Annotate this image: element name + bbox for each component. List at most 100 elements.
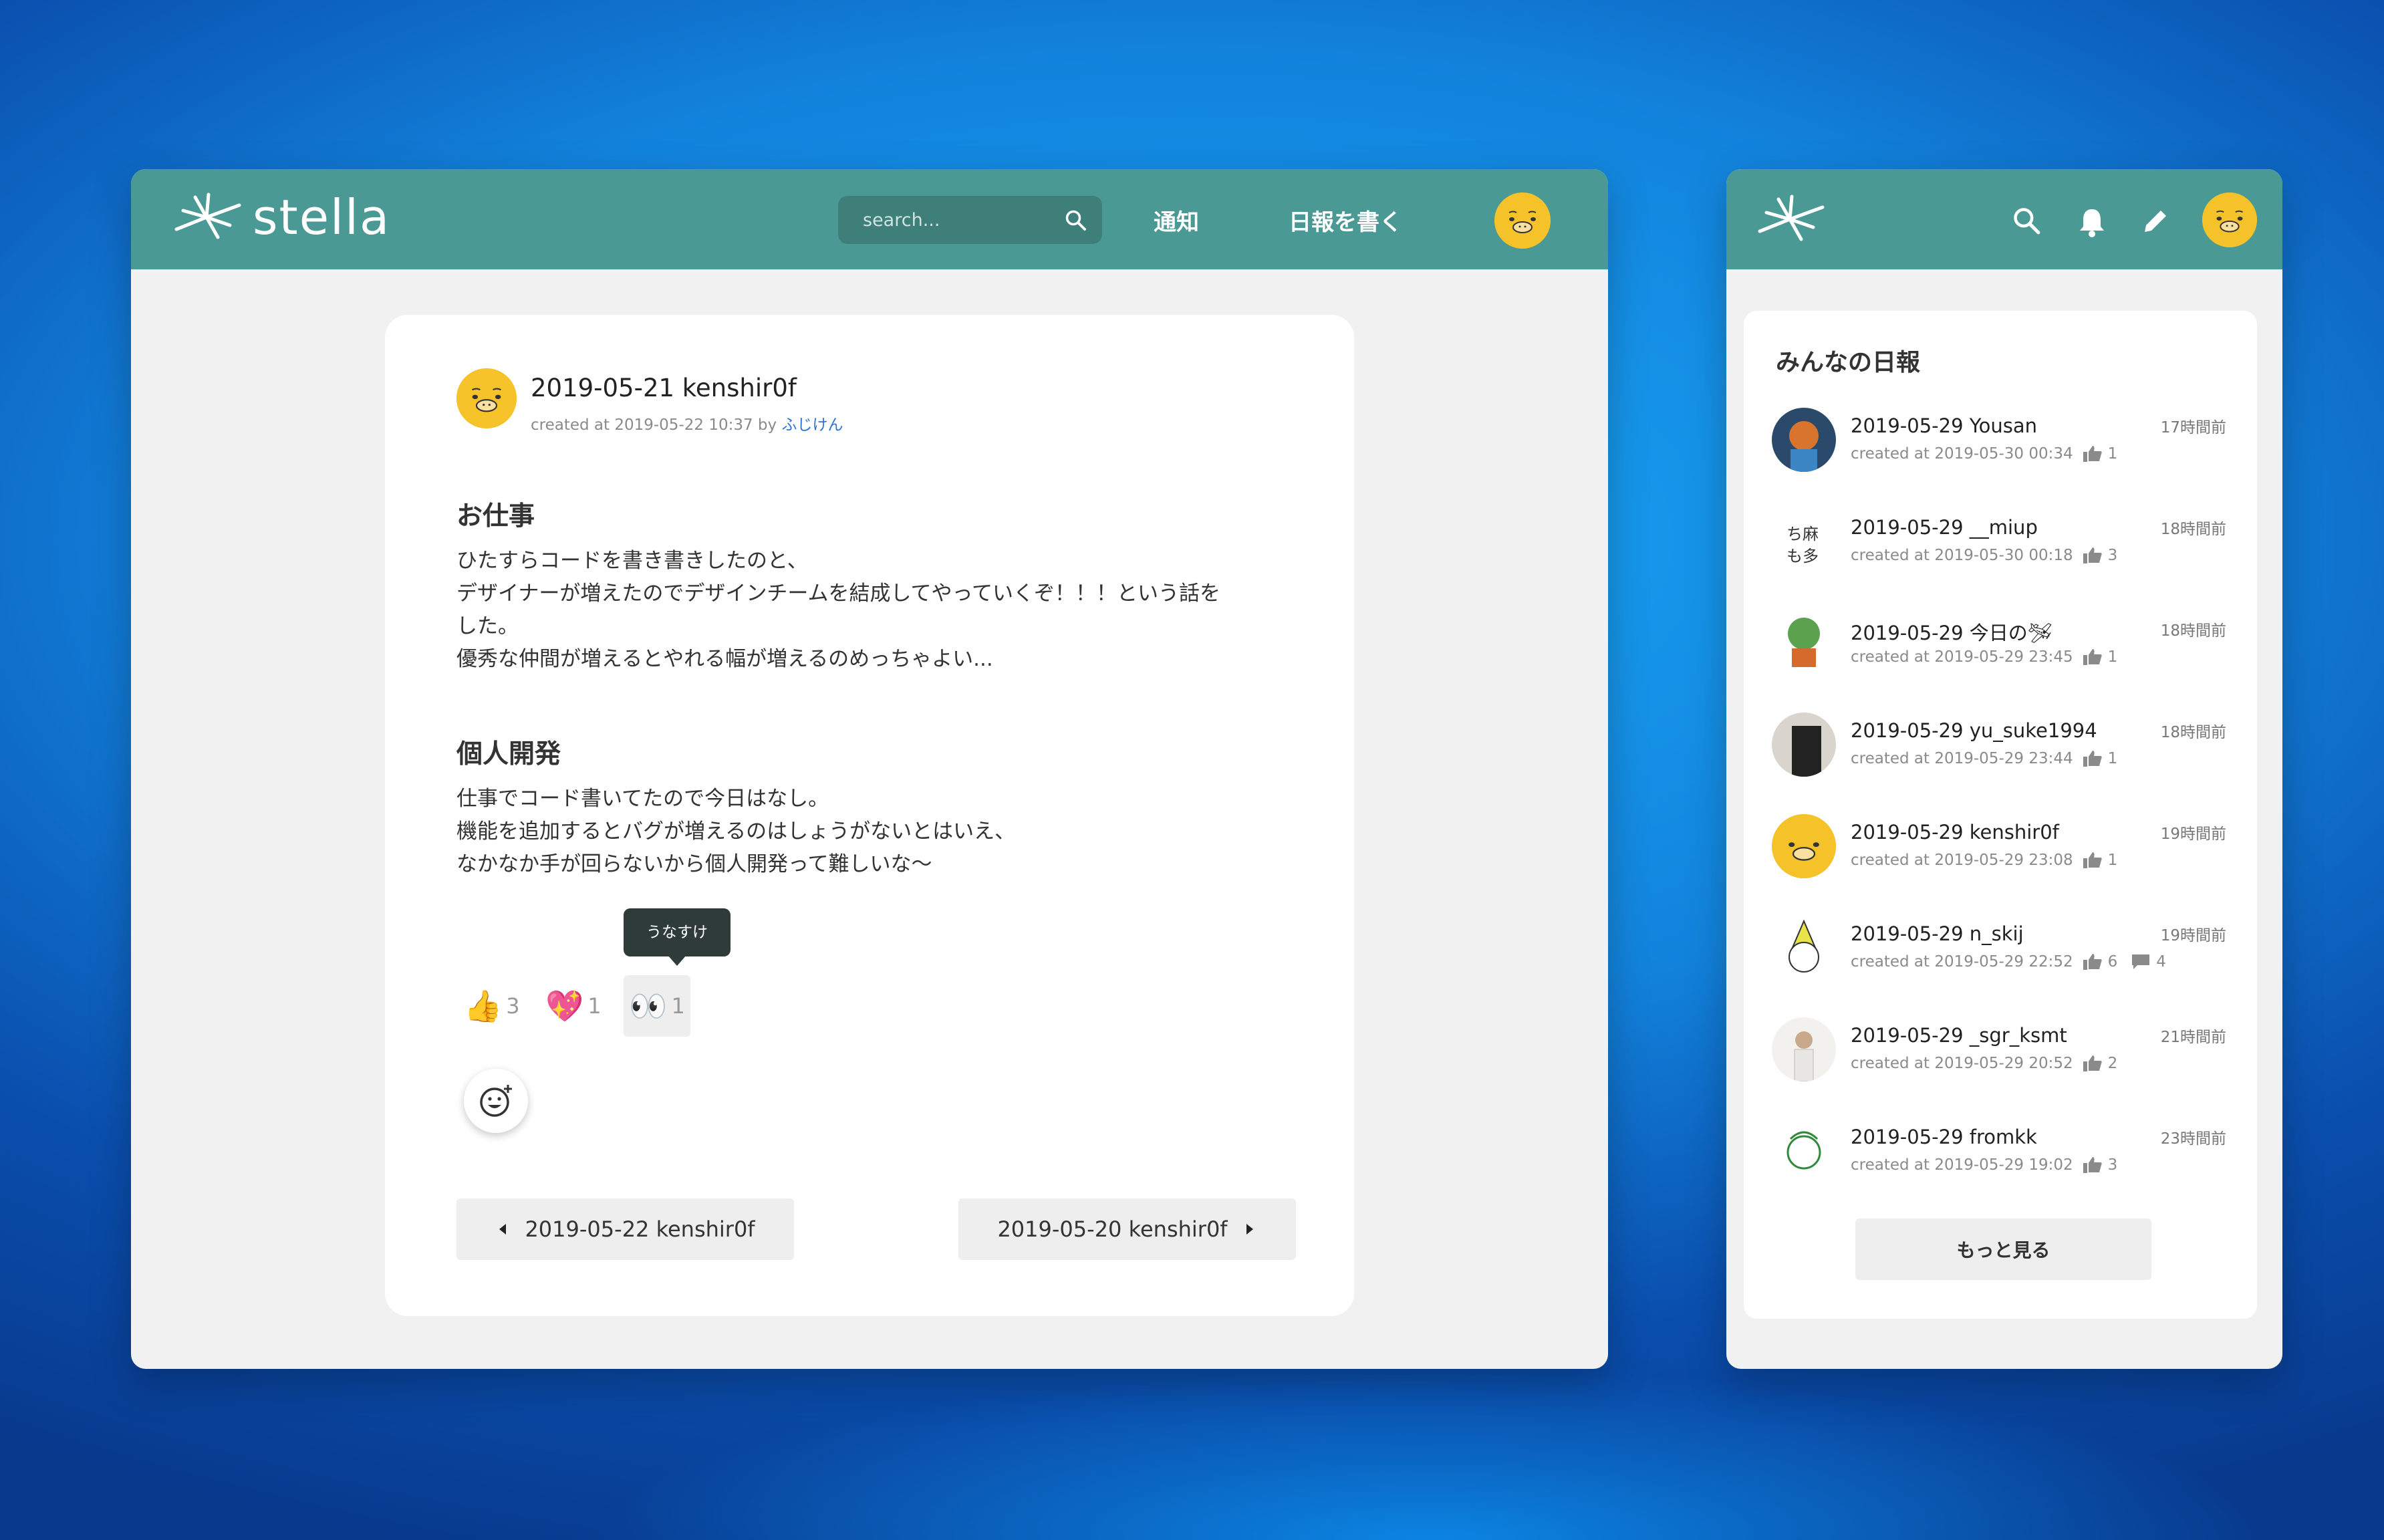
- reaction-count: 3: [506, 993, 520, 1019]
- feed-item-time: 18時間前: [2160, 521, 2226, 538]
- user-avatar: [1772, 611, 1836, 675]
- like-count: 1: [2107, 445, 2118, 463]
- thumbs-up-icon: [2083, 751, 2102, 767]
- load-more-button[interactable]: もっと見る: [1855, 1218, 2151, 1280]
- comment-icon: [2132, 954, 2150, 969]
- search-box[interactable]: [838, 196, 1102, 244]
- like-count: 1: [2107, 648, 2118, 666]
- user-avatar: ち麻 も多: [1772, 509, 1836, 573]
- feed-item[interactable]: 2019-05-29 Yousan created at 2019-05-30 …: [1772, 408, 2226, 488]
- nav-write-report[interactable]: 日報を書く: [1289, 204, 1402, 237]
- user-avatar[interactable]: [1494, 192, 1551, 249]
- like-count: 1: [2107, 852, 2118, 869]
- calligraphy-avatar-icon: ち麻も多: [1786, 525, 1819, 565]
- user-avatar: [1772, 713, 1836, 777]
- mobile-window: みんなの日報 2019-05-29 Yousan created at 2019…: [1726, 169, 2282, 1369]
- post-author-link[interactable]: ふじけん: [781, 416, 843, 434]
- next-post-label: 2019-05-20 kenshir0f: [997, 1216, 1228, 1242]
- feed-item-meta: created at 2019-05-29 22:52 6 4: [1851, 953, 2166, 971]
- feed-item[interactable]: ち麻 も多 2019-05-29 __miup created at 2019-0…: [1772, 509, 2226, 590]
- feed-item-title: 2019-05-29 __miup: [1851, 516, 2038, 539]
- sparkling-heart-icon: 💖: [545, 987, 584, 1024]
- post-meta: created at 2019-05-22 10:37 by ふじけん: [531, 412, 843, 434]
- stella-sparkle-icon[interactable]: [1753, 192, 1827, 246]
- feed-item-meta: created at 2019-05-29 20:52 2: [1851, 1055, 2117, 1072]
- user-avatar: [1772, 916, 1836, 980]
- user-avatar: [1772, 1119, 1836, 1183]
- thumbs-up-icon: [2083, 1157, 2102, 1173]
- search-input[interactable]: [862, 209, 1065, 231]
- person-avatar-icon: [1792, 726, 1821, 777]
- person-avatar-icon: [1794, 1031, 1814, 1081]
- like-count: 2: [2107, 1055, 2118, 1072]
- feed-item-created: created at 2019-05-29 23:45: [1851, 648, 2073, 666]
- post-card: 2019-05-21 kenshir0f created at 2019-05-…: [385, 315, 1354, 1316]
- eyes-icon: 👀: [629, 987, 668, 1024]
- feed-item-created: created at 2019-05-29 19:02: [1851, 1156, 2073, 1174]
- feed-item[interactable]: 2019-05-29 fromkk created at 2019-05-29 …: [1772, 1119, 2226, 1199]
- thumbs-up-icon: [2083, 547, 2102, 563]
- add-reaction-button[interactable]: [464, 1069, 528, 1133]
- feed-item[interactable]: 2019-05-29 n_skij created at 2019-05-29 …: [1772, 916, 2226, 996]
- reaction-eyes[interactable]: 👀 1: [624, 975, 690, 1037]
- feed-item[interactable]: 2019-05-29 _sgr_ksmt created at 2019-05-…: [1772, 1017, 2226, 1098]
- feed-item-meta: created at 2019-05-29 19:02 3: [1851, 1156, 2117, 1174]
- user-avatar[interactable]: [2202, 192, 2257, 247]
- brand-logo[interactable]: stella: [170, 189, 390, 245]
- cartoon-avatar-icon: [1789, 919, 1819, 973]
- svg-text:も多: も多: [1786, 547, 1819, 565]
- svg-text:ち麻: ち麻: [1786, 525, 1819, 543]
- search-icon[interactable]: [2012, 207, 2042, 236]
- feed-item-created: created at 2019-05-29 23:44: [1851, 750, 2073, 767]
- duck-face-icon: [2202, 192, 2257, 247]
- feed-item-meta: created at 2019-05-29 23:45 1: [1851, 648, 2117, 666]
- reaction-heart[interactable]: 💖 1: [545, 975, 602, 1037]
- smiley-plus-icon: [480, 1085, 512, 1117]
- feed-item-time: 19時間前: [2160, 927, 2226, 944]
- search-icon[interactable]: [1065, 209, 1087, 232]
- body-line: した。: [456, 614, 519, 638]
- thumbs-up-icon: [2083, 852, 2102, 868]
- pencil-icon[interactable]: [2141, 207, 2170, 236]
- feed-item-time: 21時間前: [2160, 1029, 2226, 1046]
- load-more-label: もっと見る: [1956, 1239, 2050, 1261]
- caret-right-icon: [1246, 1224, 1253, 1235]
- section-heading-personal-dev: 個人開発: [456, 739, 561, 769]
- user-avatar: [1772, 408, 1836, 472]
- duck-face-icon: [1772, 814, 1836, 878]
- top-navigation-bar: stella 通知 日報を書く: [131, 169, 1608, 269]
- feed-item[interactable]: 2019-05-29 kenshir0f created at 2019-05-…: [1772, 814, 2226, 894]
- next-post-button[interactable]: 2019-05-20 kenshir0f: [958, 1198, 1296, 1260]
- reaction-thumbs-up[interactable]: 👍 3: [464, 975, 520, 1037]
- feed-item-created: created at 2019-05-29 23:08: [1851, 852, 2073, 869]
- feed-item-title: 2019-05-29 kenshir0f: [1851, 821, 2059, 844]
- thumbs-up-icon: [2083, 1055, 2102, 1071]
- feed-item-title: 2019-05-29 fromkk: [1851, 1126, 2037, 1148]
- feed-item-created: created at 2019-05-29 22:52: [1851, 953, 2073, 971]
- post-title: 2019-05-21 kenshir0f: [531, 374, 797, 402]
- feed-item-time: 19時間前: [2160, 825, 2226, 843]
- section-heading-work: お仕事: [456, 501, 535, 531]
- feed-item-title: 2019-05-29 n_skij: [1851, 922, 2024, 945]
- feed-item[interactable]: 2019-05-29 今日の🛩 created at 2019-05-29 23…: [1772, 611, 2226, 691]
- like-count: 6: [2107, 953, 2118, 971]
- like-count: 1: [2107, 750, 2118, 767]
- figure-avatar-icon: [1789, 421, 1819, 472]
- feed-item-title: 2019-05-29 yu_suke1994: [1851, 719, 2097, 742]
- feed-item[interactable]: 2019-05-29 yu_suke1994 created at 2019-0…: [1772, 713, 2226, 793]
- duck-face-icon: [456, 368, 517, 428]
- prev-post-button[interactable]: 2019-05-22 kenshir0f: [456, 1198, 794, 1260]
- thumbs-up-icon: 👍: [464, 987, 503, 1024]
- body-line: 優秀な仲間が増えるとやれる幅が増えるのめっちゃよい...: [456, 647, 993, 671]
- feed-item-meta: created at 2019-05-30 00:34 1: [1851, 445, 2117, 463]
- tooltip-text: うなすけ: [646, 924, 708, 941]
- body-line: 機能を追加するとバグが増えるのはしょうがないとはいえ、: [456, 819, 1016, 844]
- thumbs-up-icon: [2083, 954, 2102, 970]
- feed-item-meta: created at 2019-05-29 23:44 1: [1851, 750, 2117, 767]
- nav-notifications[interactable]: 通知: [1154, 204, 1199, 237]
- bell-icon[interactable]: [2077, 207, 2107, 237]
- author-avatar[interactable]: [456, 368, 517, 428]
- caret-left-icon: [499, 1224, 507, 1235]
- stella-sparkle-icon: [174, 192, 241, 239]
- body-line: なかなか手が回らないから個人開発って難しいな〜: [456, 852, 932, 876]
